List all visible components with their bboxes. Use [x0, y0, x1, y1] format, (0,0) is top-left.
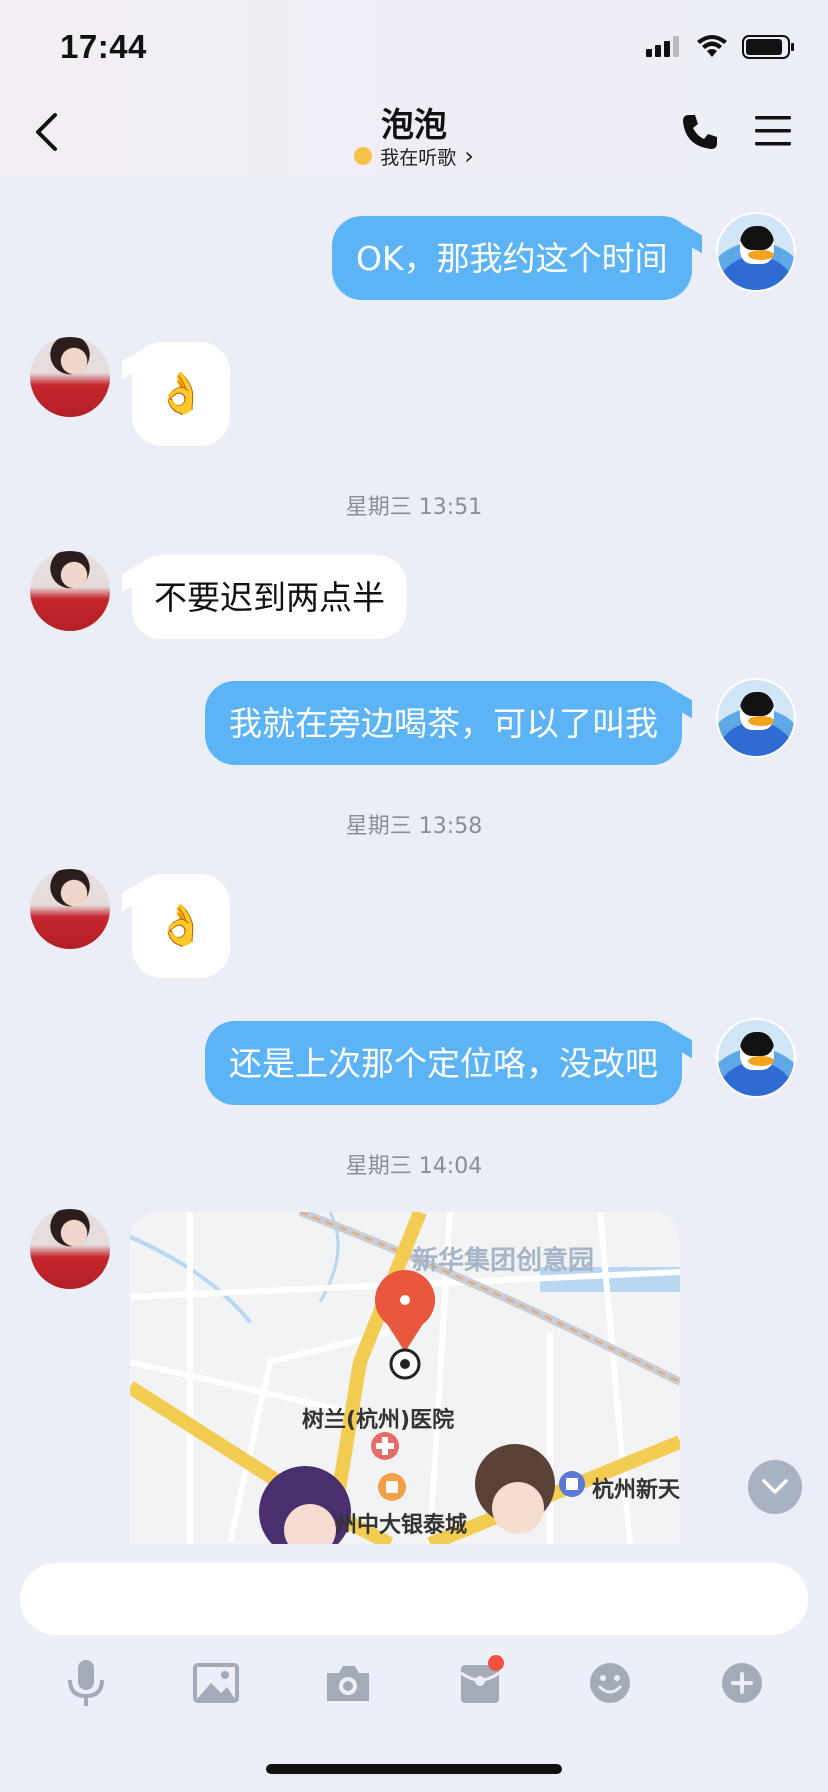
- timestamp: 星期三 13:51: [345, 495, 483, 520]
- message-text: 👌: [156, 903, 206, 949]
- message-bubble-received[interactable]: 不要迟到两点半: [132, 555, 407, 639]
- message-text: 不要迟到两点半: [154, 577, 385, 617]
- menu-button[interactable]: [754, 114, 792, 148]
- phone-icon: [683, 115, 717, 149]
- message-text: 还是上次那个定位咯，没改吧: [229, 1043, 658, 1083]
- top-bar: 17:44 泡泡 我在听歌 ›: [0, 0, 828, 176]
- contact-avatar[interactable]: [30, 551, 110, 631]
- image-icon: [193, 1663, 239, 1703]
- map-label: 新华集团创意园: [412, 1246, 595, 1276]
- chevron-down-icon: [762, 1479, 788, 1494]
- contact-avatar[interactable]: [30, 1209, 110, 1289]
- status-text: 我在听歌: [380, 146, 457, 169]
- emoji-icon: [590, 1663, 630, 1703]
- call-button[interactable]: [680, 112, 720, 152]
- input-toolbar: [0, 1653, 828, 1719]
- signal-icon: [646, 36, 679, 57]
- mic-icon: [68, 1660, 104, 1706]
- chevron-right-icon: ›: [464, 142, 474, 170]
- message-bubble-sent[interactable]: OK，那我约这个时间: [332, 216, 692, 300]
- message-input[interactable]: [20, 1563, 808, 1635]
- location-map-card[interactable]: 新华集团创意园 树兰(杭州)医院 州中大银泰城 杭州新天: [130, 1212, 680, 1544]
- my-avatar[interactable]: [716, 1018, 796, 1098]
- timestamp: 星期三 13:58: [345, 814, 483, 839]
- message-bubble-received[interactable]: 👌: [132, 342, 230, 446]
- more-button[interactable]: [712, 1653, 772, 1713]
- map-label: 州中大银泰城: [335, 1513, 468, 1538]
- music-status-icon: [354, 147, 373, 165]
- input-area: [0, 1545, 828, 1725]
- wifi-icon: [697, 35, 727, 57]
- message-bubble-sent[interactable]: 还是上次那个定位咯，没改吧: [205, 1021, 682, 1105]
- contact-avatar[interactable]: [30, 337, 110, 417]
- image-button[interactable]: [186, 1653, 246, 1713]
- emoji-button[interactable]: [580, 1653, 640, 1713]
- plus-icon: [722, 1663, 762, 1703]
- message-text: OK，那我约这个时间: [356, 238, 668, 278]
- camera-icon: [327, 1666, 369, 1701]
- contact-avatar[interactable]: [30, 869, 110, 949]
- scroll-to-bottom-button[interactable]: [748, 1460, 802, 1514]
- menu-icon: [755, 116, 791, 146]
- status-icons: [646, 34, 796, 60]
- red-packet-button[interactable]: [450, 1653, 510, 1713]
- message-text: 👌: [156, 371, 206, 417]
- battery-icon: [742, 35, 794, 59]
- message-bubble-sent[interactable]: 我就在旁边喝茶，可以了叫我: [205, 681, 682, 765]
- timestamp: 星期三 14:04: [345, 1154, 483, 1179]
- notification-dot: [488, 1655, 504, 1671]
- home-indicator[interactable]: [266, 1764, 562, 1774]
- camera-button[interactable]: [318, 1653, 378, 1713]
- map-label: 树兰(杭州)医院: [302, 1408, 455, 1433]
- message-bubble-received[interactable]: 👌: [132, 874, 230, 978]
- my-avatar[interactable]: [716, 678, 796, 758]
- map-label: 杭州新天: [592, 1478, 680, 1503]
- voice-button[interactable]: [56, 1653, 116, 1713]
- message-text: 我就在旁边喝茶，可以了叫我: [229, 703, 658, 743]
- status-time: 17:44: [60, 28, 147, 65]
- my-avatar[interactable]: [716, 212, 796, 292]
